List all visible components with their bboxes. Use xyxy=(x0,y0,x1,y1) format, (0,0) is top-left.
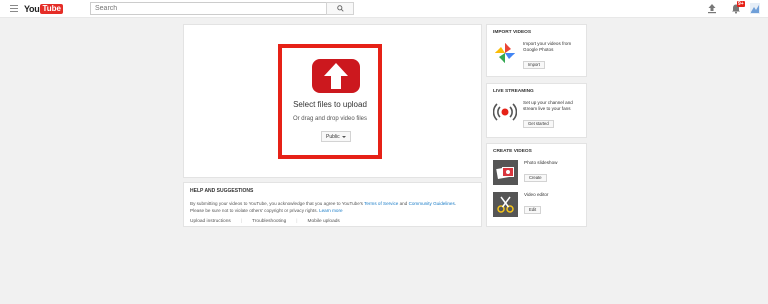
help-text-part: and xyxy=(398,201,409,206)
select-files-title: Select files to upload xyxy=(293,100,367,109)
troubleshooting-link[interactable]: Troubleshooting xyxy=(252,219,286,224)
video-editor-scissors-icon xyxy=(493,192,518,217)
chevron-down-icon xyxy=(341,135,346,138)
upload-icon[interactable] xyxy=(707,3,717,14)
account-avatar-icon[interactable] xyxy=(750,3,760,14)
photo-slideshow-icon xyxy=(493,160,518,185)
search-bar xyxy=(90,2,354,15)
divider: | xyxy=(296,219,298,224)
get-started-button[interactable]: Get started xyxy=(523,120,554,128)
search-icon xyxy=(336,5,344,12)
learn-more-link[interactable]: Learn more xyxy=(319,208,343,213)
privacy-label: Public xyxy=(326,133,340,140)
terms-of-service-link[interactable]: Terms of Service xyxy=(364,201,398,206)
help-title: HELP AND SUGGESTIONS xyxy=(190,188,254,194)
help-text-part: By submitting your videos to YouTube, yo… xyxy=(190,201,365,206)
upload-dropzone[interactable]: Select files to upload Or drag and drop … xyxy=(278,44,382,159)
create-videos-card: CREATE VIDEOS Photo slideshow Create Vid… xyxy=(486,143,587,227)
help-suggestions-card: HELP AND SUGGESTIONS By submitting your … xyxy=(183,182,482,227)
edit-button[interactable]: Edit xyxy=(524,206,542,214)
logo-tube-text: Tube xyxy=(40,4,63,14)
upload-arrow-icon[interactable] xyxy=(312,59,360,93)
import-videos-card: IMPORT VIDEOS Import your videos from Go… xyxy=(486,24,587,77)
create-button[interactable]: Create xyxy=(524,174,547,182)
import-videos-desc: Import your videos from Google Photos xyxy=(523,41,572,52)
upload-instructions-link[interactable]: Upload instructions xyxy=(190,219,231,224)
google-photos-icon xyxy=(495,43,515,63)
live-streaming-desc: Set up your channel and stream live to y… xyxy=(523,100,573,111)
mobile-uploads-link[interactable]: Mobile uploads xyxy=(308,219,340,224)
help-text-part: . xyxy=(454,201,457,206)
create-videos-title: CREATE VIDEOS xyxy=(493,149,532,154)
logo-you-text: You xyxy=(24,4,40,14)
photo-slideshow-label: Photo slideshow xyxy=(524,160,558,165)
import-videos-title: IMPORT VIDEOS xyxy=(493,30,532,35)
youtube-logo[interactable]: You Tube xyxy=(24,3,63,15)
privacy-dropdown[interactable]: Public xyxy=(321,131,351,142)
live-streaming-title: LIVE STREAMING xyxy=(493,89,534,94)
upload-panel: Select files to upload Or drag and drop … xyxy=(183,24,482,178)
search-input[interactable] xyxy=(90,2,326,15)
drag-drop-hint: Or drag and drop video files xyxy=(292,116,368,122)
live-broadcast-icon xyxy=(493,103,517,121)
notification-count-badge: 9+ xyxy=(737,1,745,7)
help-text-part: Please be sure not to violate others' co… xyxy=(190,208,320,213)
live-streaming-card: LIVE STREAMING Set up your channel and s… xyxy=(486,83,587,138)
video-editor-label: Video editor xyxy=(524,192,549,197)
help-text: By submitting your videos to YouTube, yo… xyxy=(190,200,475,214)
import-button[interactable]: Import xyxy=(523,61,545,69)
search-button[interactable] xyxy=(326,2,354,15)
masthead: You Tube 9+ xyxy=(0,0,768,18)
menu-icon[interactable] xyxy=(10,5,18,12)
community-guidelines-link[interactable]: Community Guidelines xyxy=(409,201,455,206)
divider: | xyxy=(240,219,243,224)
help-links: Upload instructions | Troubleshooting | … xyxy=(190,219,475,224)
